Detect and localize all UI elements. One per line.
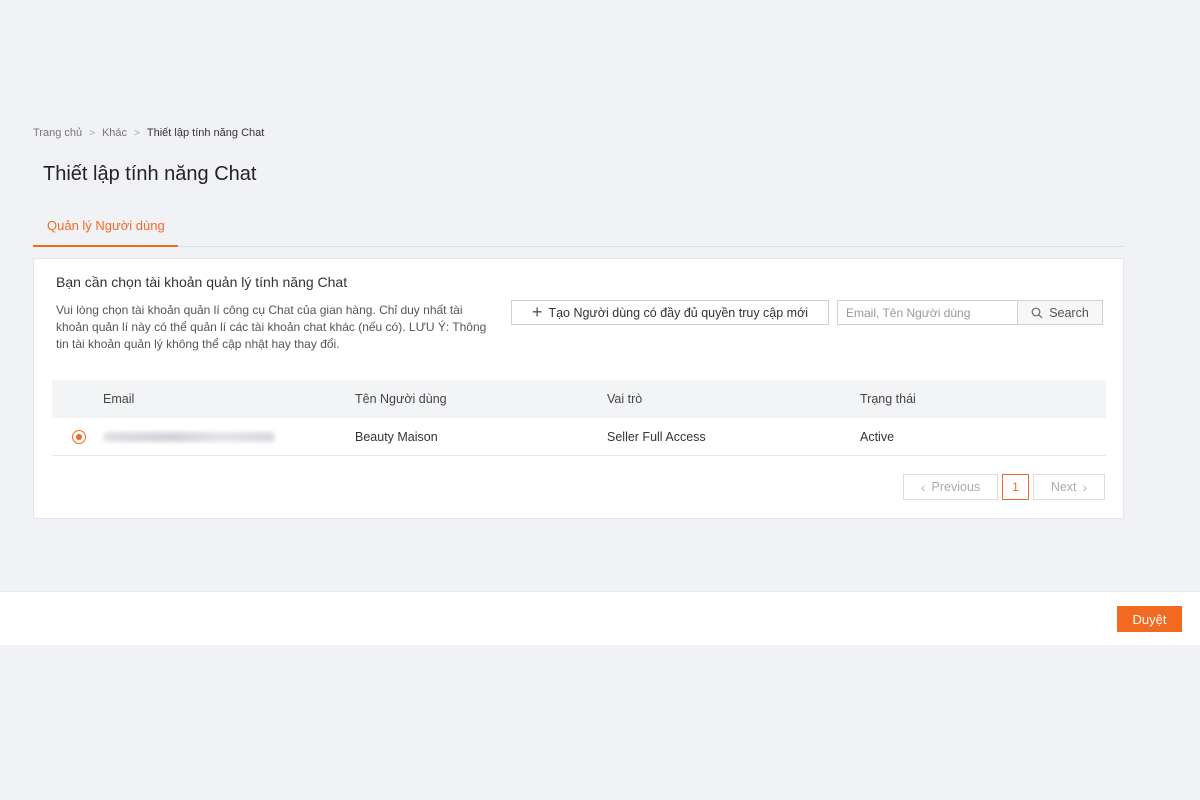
status-cell: Active <box>860 429 895 444</box>
table-header: Email Tên Người dùng Vai trò Trạng thái <box>52 380 1106 418</box>
chat-admin-card: Bạn cần chọn tài khoản quản lý tính năng… <box>33 258 1124 519</box>
create-button-label: Tạo Người dùng có đầy đủ quyền truy cập … <box>548 305 809 320</box>
search-button-label: Search <box>1049 305 1089 320</box>
user-select-radio[interactable] <box>71 429 86 444</box>
card-heading: Bạn cần chọn tài khoản quản lý tính năng… <box>56 274 348 290</box>
page-title: Thiết lập tính năng Chat <box>43 163 257 185</box>
next-label: Next <box>1050 480 1077 494</box>
chevron-right-icon: › <box>1082 479 1088 495</box>
pagination: ‹ Previous 1 Next › <box>903 474 1105 500</box>
plus-icon: + <box>531 301 543 322</box>
column-header-role: Vai trò <box>607 392 643 406</box>
role-cell: Seller Full Access <box>607 429 706 444</box>
table-row[interactable]: Beauty Maison Seller Full Access Active <box>52 418 1106 456</box>
page-number-button[interactable]: 1 <box>1002 474 1029 500</box>
email-cell <box>102 429 355 445</box>
username-cell: Beauty Maison <box>355 429 438 444</box>
breadcrumb-current: Thiết lập tính năng Chat <box>146 127 265 139</box>
previous-label: Previous <box>931 480 981 494</box>
approve-button[interactable]: Duyệt <box>1117 606 1182 632</box>
breadcrumb: Trang chủ > Khác > Thiết lập tính năng C… <box>33 127 264 139</box>
select-cell <box>52 429 102 444</box>
breadcrumb-other-link[interactable]: Khác <box>102 127 127 139</box>
next-page-button[interactable]: Next › <box>1033 474 1105 500</box>
redacted-email <box>103 431 275 442</box>
search-group: Search <box>837 300 1103 325</box>
breadcrumb-separator: > <box>134 127 140 139</box>
create-full-access-user-button[interactable]: + Tạo Người dùng có đầy đủ quyền truy cậ… <box>511 300 829 325</box>
breadcrumb-separator: > <box>89 127 95 139</box>
card-description: Vui lòng chọn tài khoản quản lí công cụ … <box>56 303 487 351</box>
search-input[interactable] <box>837 300 1017 325</box>
footer-action-bar: Duyệt <box>0 591 1200 645</box>
column-header-username: Tên Người dùng <box>355 392 447 406</box>
previous-page-button[interactable]: ‹ Previous <box>903 474 998 500</box>
chevron-left-icon: ‹ <box>920 479 926 495</box>
column-header-status: Trạng thái <box>860 392 916 406</box>
page: Trang chủ > Khác > Thiết lập tính năng C… <box>0 0 1200 800</box>
search-button[interactable]: Search <box>1017 300 1103 325</box>
tab-user-management[interactable]: Quản lý Người dùng <box>33 207 178 247</box>
tab-bar: Quản lý Người dùng <box>33 207 1124 247</box>
search-icon <box>1031 307 1043 319</box>
column-header-email: Email <box>103 392 135 406</box>
users-table: Email Tên Người dùng Vai trò Trạng thái … <box>52 380 1106 456</box>
breadcrumb-home-link[interactable]: Trang chủ <box>33 127 82 139</box>
radio-selected-dot <box>75 433 82 440</box>
